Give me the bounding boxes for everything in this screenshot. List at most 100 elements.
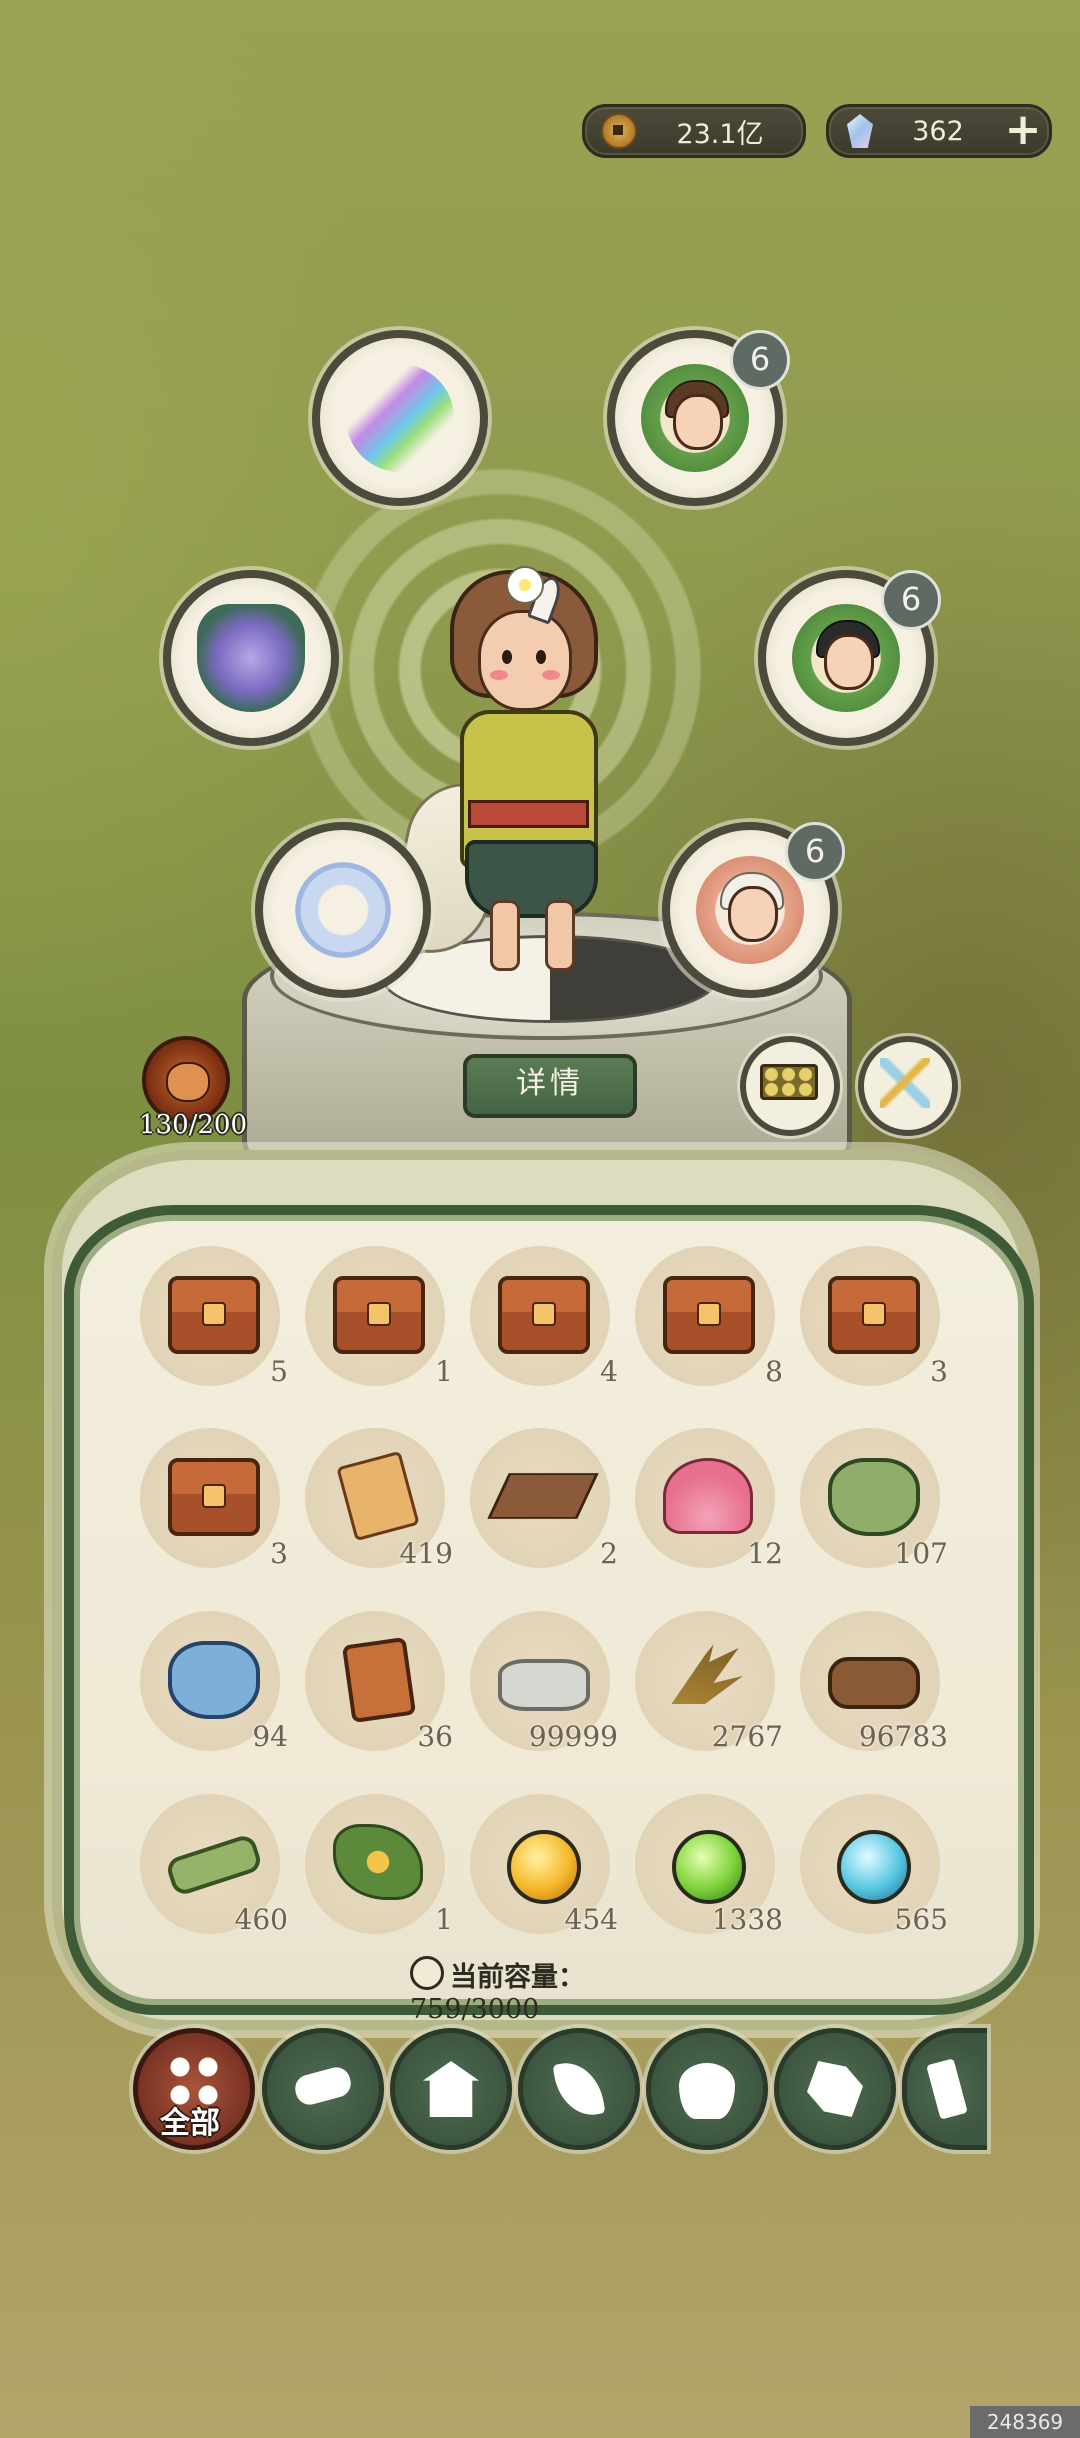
- detail-button[interactable]: 详情: [463, 1054, 637, 1118]
- inventory-item[interactable]: 99999: [470, 1611, 618, 1753]
- abacus-slot[interactable]: [740, 1036, 840, 1136]
- inventory-item[interactable]: 94: [140, 1611, 288, 1753]
- item-count: 36: [417, 1720, 453, 1753]
- gold-orb-icon: [507, 1830, 581, 1904]
- green-orb-icon: [672, 1830, 746, 1904]
- wood-log-icon: [828, 1657, 920, 1709]
- tab-building[interactable]: [390, 2028, 512, 2150]
- grass-bundle-icon: [671, 1644, 743, 1704]
- item-count: 2: [600, 1537, 618, 1570]
- treasure-chest-icon: [498, 1276, 590, 1354]
- hero-blush: [542, 670, 560, 680]
- item-count: 1: [435, 1355, 453, 1388]
- level-badge: 6: [730, 330, 790, 390]
- food-bowl-icon: [679, 2063, 735, 2119]
- companion-avatar: [641, 364, 749, 472]
- abacus-icon: [760, 1064, 818, 1100]
- inventory-item[interactable]: 4: [470, 1246, 618, 1388]
- hero-leg: [490, 900, 520, 971]
- capacity-text: 当前容量：759/3000: [410, 1955, 710, 2025]
- hero-character[interactable]: [382, 550, 650, 990]
- inventory-item[interactable]: 565: [800, 1794, 948, 1936]
- item-count: 460: [234, 1903, 288, 1936]
- coin-value: 23.1亿: [676, 118, 764, 150]
- inventory-item[interactable]: 2: [470, 1428, 618, 1570]
- hero-eye: [502, 650, 512, 664]
- item-count: 99999: [528, 1720, 618, 1753]
- equip-slot-weapon[interactable]: [312, 330, 488, 506]
- inventory-item[interactable]: 1: [305, 1246, 453, 1388]
- item-count: 3: [930, 1355, 948, 1388]
- inventory-item[interactable]: 1: [305, 1794, 453, 1936]
- tab-maps[interactable]: [774, 2028, 896, 2150]
- inventory-item[interactable]: 2767: [635, 1611, 783, 1753]
- stone-icon: [498, 1659, 590, 1711]
- coin-counter[interactable]: 23.1亿: [582, 104, 806, 158]
- item-count: 4: [600, 1355, 618, 1388]
- tab-wood[interactable]: [262, 2028, 384, 2150]
- inventory-item[interactable]: 96783: [800, 1611, 948, 1753]
- plus-icon[interactable]: +: [1003, 108, 1043, 152]
- item-count: 12: [747, 1537, 783, 1570]
- copper-coin-icon: [601, 113, 637, 149]
- scroll-tab-icon: [926, 2058, 968, 2120]
- tab-scrolls[interactable]: [902, 2028, 987, 2150]
- bamboo-icon: [164, 1832, 264, 1898]
- inventory-item[interactable]: 36: [305, 1611, 453, 1753]
- companion-face: [824, 634, 874, 690]
- companion-portrait-2[interactable]: 6: [758, 570, 941, 746]
- companion-portrait-3[interactable]: 6: [662, 822, 845, 998]
- hero-pants: [465, 840, 598, 918]
- treasure-chest-icon: [168, 1458, 260, 1536]
- crystal-gem-icon: [847, 114, 873, 148]
- item-count: 2767: [711, 1720, 783, 1753]
- inventory-item[interactable]: 460: [140, 1794, 288, 1936]
- companion-avatar: [792, 604, 900, 712]
- hair-flower-icon: [506, 566, 544, 604]
- equip-slot-ring[interactable]: [255, 822, 431, 998]
- inventory-item[interactable]: 5: [140, 1246, 288, 1388]
- feather-fan-icon: [880, 1058, 930, 1108]
- treasure-chest-icon: [333, 1276, 425, 1354]
- stamina-counter: 130/200: [138, 1110, 247, 1140]
- scroll-icon: [336, 1450, 420, 1542]
- hero-sash: [468, 800, 589, 828]
- lotus-icon: [663, 1458, 753, 1534]
- tab-food[interactable]: [646, 2028, 768, 2150]
- item-count: 3: [270, 1537, 288, 1570]
- inventory-item[interactable]: 107: [800, 1428, 948, 1570]
- inventory-item[interactable]: 8: [635, 1246, 783, 1388]
- herb-icon: [333, 1824, 423, 1900]
- companion-portrait-1[interactable]: 6: [607, 330, 790, 506]
- building-icon: [423, 2061, 479, 2117]
- hero-blush: [490, 670, 508, 680]
- equip-slot-mask[interactable]: [163, 570, 339, 746]
- item-count: 565: [894, 1903, 948, 1936]
- treasure-chest-icon: [168, 1276, 260, 1354]
- watermark-id: 248369: [970, 2406, 1080, 2438]
- tab-all-label: 全部: [160, 2106, 220, 2141]
- inventory-item[interactable]: 3: [800, 1246, 948, 1388]
- inventory-item[interactable]: 419: [305, 1428, 453, 1570]
- map-fragment-icon: [807, 2061, 863, 2117]
- item-count: 454: [564, 1903, 618, 1936]
- leaf-icon: [552, 2057, 606, 2121]
- jade-ring-icon: [289, 856, 397, 964]
- inventory-item[interactable]: 3: [140, 1428, 288, 1570]
- green-pouch-icon: [828, 1458, 920, 1536]
- treasure-chest-icon: [828, 1276, 920, 1354]
- inventory-item[interactable]: 454: [470, 1794, 618, 1936]
- token-plaque-icon: [341, 1636, 417, 1724]
- blue-pouch-icon: [168, 1641, 260, 1719]
- level-badge: 6: [785, 822, 845, 882]
- inventory-item[interactable]: 12: [635, 1428, 783, 1570]
- inventory-item[interactable]: 1338: [635, 1794, 783, 1936]
- tab-herbs[interactable]: [518, 2028, 640, 2150]
- treasure-chest-icon: [663, 1276, 755, 1354]
- item-count: 419: [399, 1537, 453, 1570]
- fan-slot[interactable]: [858, 1036, 958, 1136]
- gem-counter[interactable]: 362 +: [826, 104, 1052, 158]
- companion-avatar: [696, 856, 804, 964]
- item-count: 1338: [711, 1903, 783, 1936]
- companion-face: [728, 886, 778, 942]
